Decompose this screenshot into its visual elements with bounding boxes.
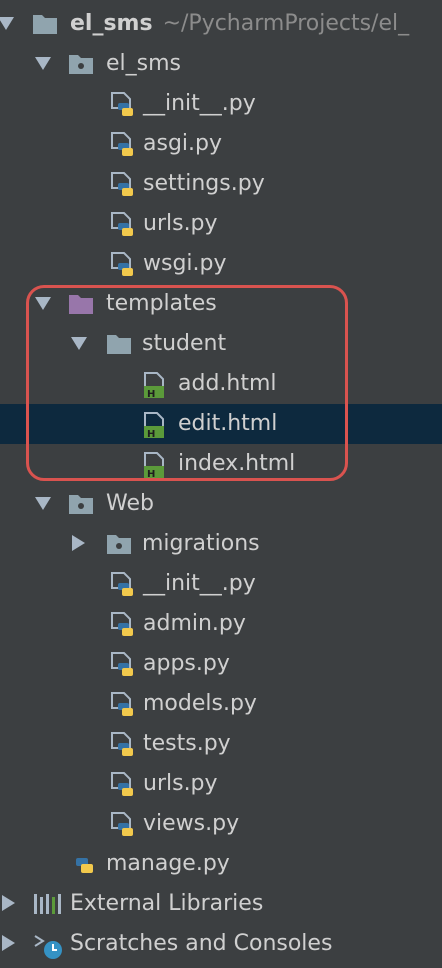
tree-row-web[interactable]: Web <box>0 484 442 524</box>
python-file-icon <box>110 612 136 636</box>
tree-row-root[interactable]: el_sms ~/PycharmProjects/el_ <box>0 4 442 44</box>
python-file-icon <box>110 172 136 196</box>
expand-arrow-icon[interactable] <box>35 497 51 510</box>
tree-row-file[interactable]: __init__.py <box>0 564 442 604</box>
tree-row-file[interactable]: settings.py <box>0 164 442 204</box>
tree-row-file[interactable]: admin.py <box>0 604 442 644</box>
package-folder-icon <box>106 532 132 556</box>
external-libraries-label: External Libraries <box>70 891 264 916</box>
highlight-annotation <box>26 285 348 481</box>
el-sms-label: el_sms <box>106 51 182 76</box>
manage-label: manage.py <box>106 851 230 876</box>
file-label: views.py <box>143 811 240 836</box>
root-name: el_sms <box>70 11 153 36</box>
python-file-icon <box>110 92 136 116</box>
file-label: __init__.py <box>143 91 256 116</box>
package-folder-icon <box>68 492 94 516</box>
scratches-icon <box>33 932 62 959</box>
root-label: el_sms ~/PycharmProjects/el_ <box>70 10 409 38</box>
expand-arrow-icon[interactable] <box>35 57 51 70</box>
python-file-icon <box>110 132 136 156</box>
library-icon <box>33 892 61 916</box>
tree-row-file[interactable]: __init__.py <box>0 84 442 124</box>
tree-row-file[interactable]: urls.py <box>0 204 442 244</box>
python-file-icon <box>72 852 98 876</box>
web-label: Web <box>106 491 154 516</box>
migrations-label: migrations <box>142 531 260 556</box>
file-label: admin.py <box>143 611 246 636</box>
tree-row-scratches[interactable]: Scratches and Consoles <box>0 924 442 964</box>
python-file-icon <box>110 732 136 756</box>
file-label: urls.py <box>143 211 218 236</box>
collapse-arrow-icon[interactable] <box>2 935 15 951</box>
python-file-icon <box>110 252 136 276</box>
tree-row-external-libraries[interactable]: External Libraries <box>0 884 442 924</box>
file-label: apps.py <box>143 651 230 676</box>
file-label: wsgi.py <box>143 251 227 276</box>
root-path: ~/PycharmProjects/el_ <box>162 11 410 36</box>
file-label: models.py <box>143 691 257 716</box>
python-file-icon <box>110 212 136 236</box>
collapse-arrow-icon[interactable] <box>2 895 15 911</box>
file-label: tests.py <box>143 731 231 756</box>
expand-arrow-icon[interactable] <box>0 17 14 30</box>
python-file-icon <box>110 572 136 596</box>
file-label: urls.py <box>143 771 218 796</box>
file-label: asgi.py <box>143 131 222 156</box>
tree-row-file[interactable]: asgi.py <box>0 124 442 164</box>
file-label: settings.py <box>143 171 265 196</box>
scratches-label: Scratches and Consoles <box>70 931 333 956</box>
file-label: __init__.py <box>143 571 256 596</box>
tree-row-file[interactable]: urls.py <box>0 764 442 804</box>
python-file-icon <box>110 652 136 676</box>
tree-row-el-sms[interactable]: el_sms <box>0 44 442 84</box>
tree-row-file[interactable]: wsgi.py <box>0 244 442 284</box>
tree-row-migrations[interactable]: migrations <box>0 524 442 564</box>
collapse-arrow-icon[interactable] <box>72 535 85 551</box>
tree-row-manage[interactable]: manage.py <box>0 844 442 884</box>
tree-row-file[interactable]: tests.py <box>0 724 442 764</box>
package-folder-icon <box>68 52 94 76</box>
tree-row-file[interactable]: models.py <box>0 684 442 724</box>
folder-icon <box>32 12 58 36</box>
tree-row-file[interactable]: apps.py <box>0 644 442 684</box>
python-file-icon <box>110 692 136 716</box>
python-file-icon <box>110 812 136 836</box>
python-file-icon <box>110 772 136 796</box>
tree-row-file[interactable]: views.py <box>0 804 442 844</box>
